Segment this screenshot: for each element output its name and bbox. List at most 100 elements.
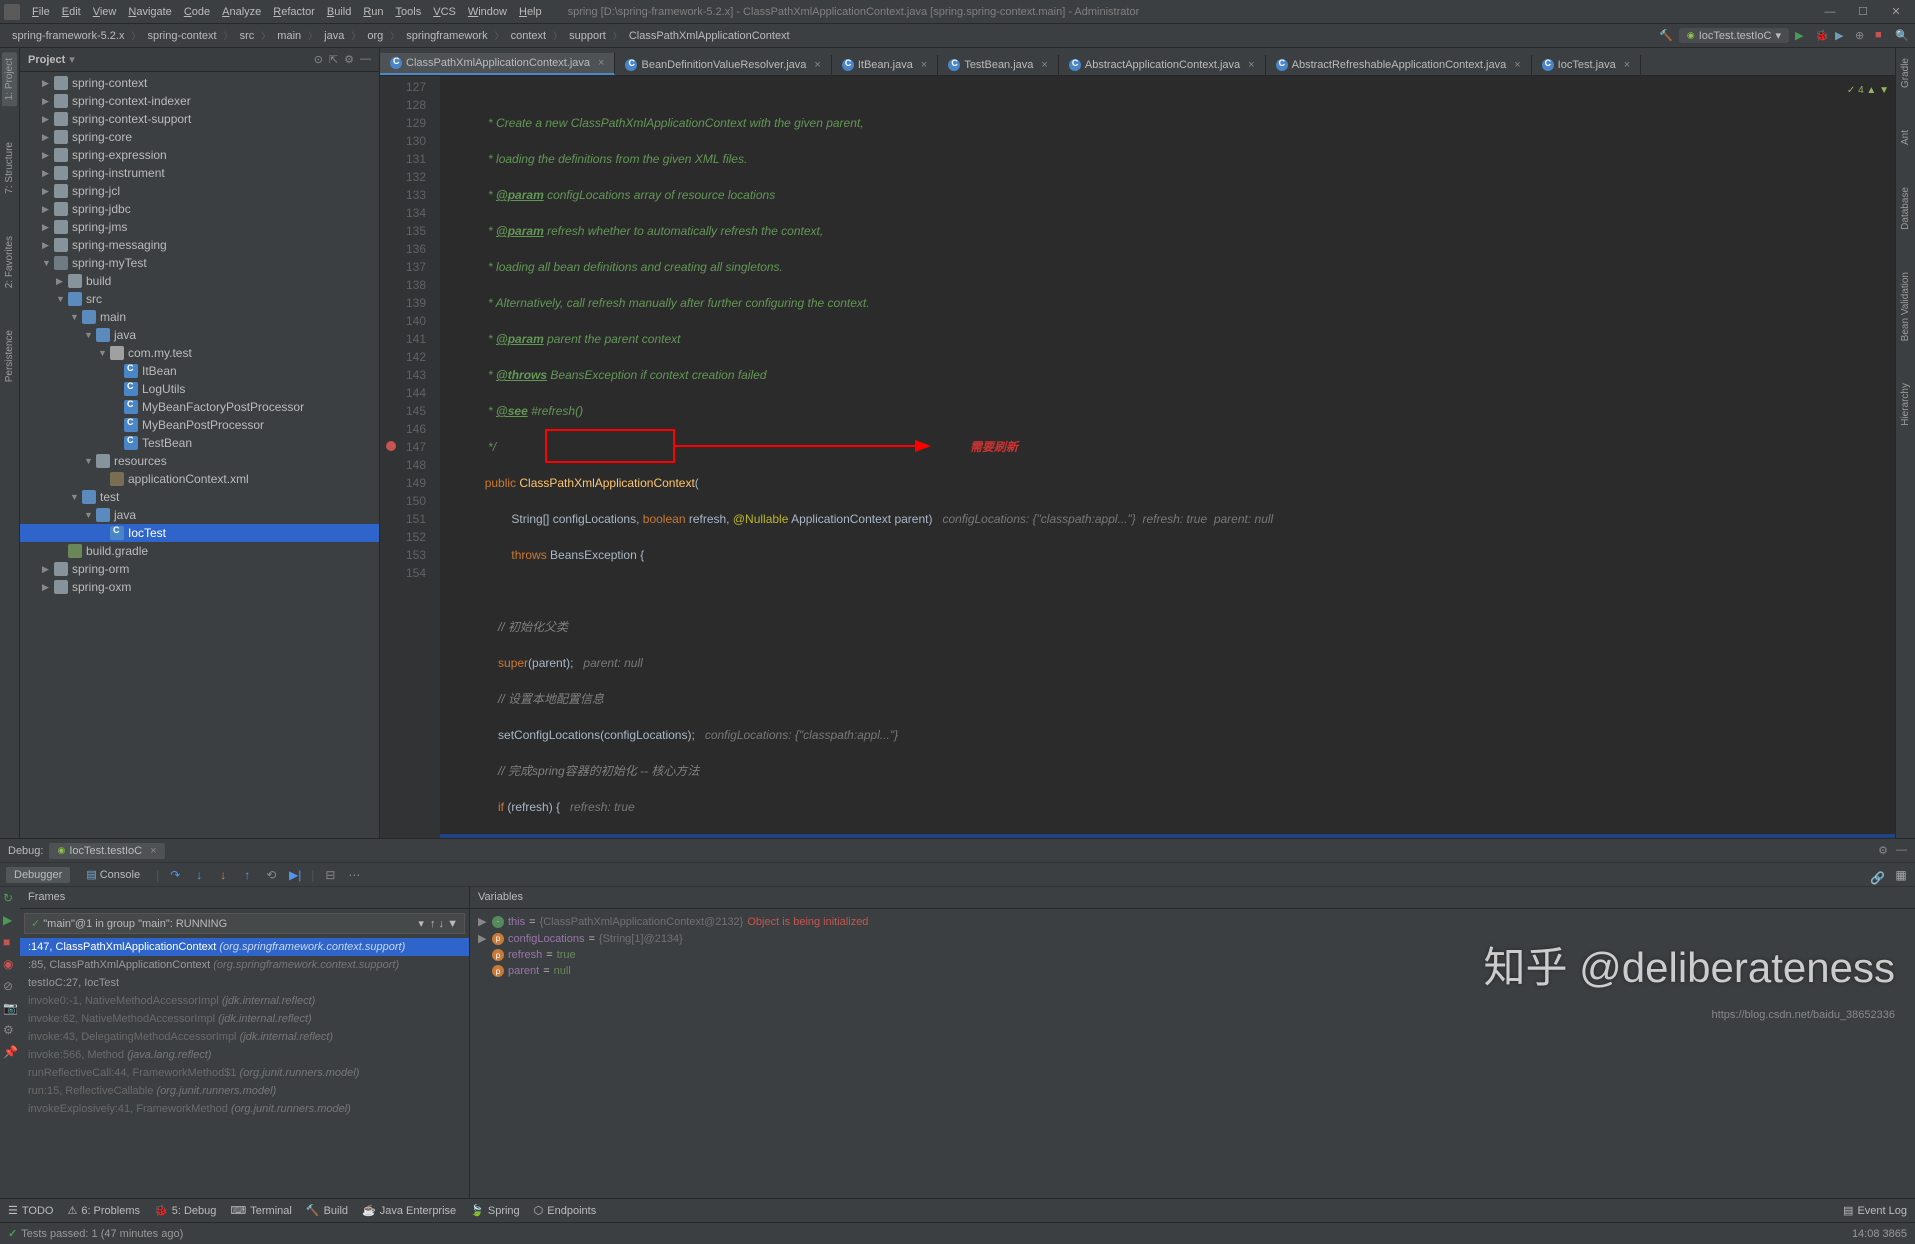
tree-item[interactable]: ▶ spring-core xyxy=(20,128,379,146)
locate-icon[interactable]: ⊙ xyxy=(314,53,323,66)
settings-icon[interactable]: ⚙ xyxy=(1878,844,1888,857)
breadcrumb-item[interactable]: ClassPathXmlApplicationContext xyxy=(623,29,796,43)
stack-frame[interactable]: :85, ClassPathXmlApplicationContext (org… xyxy=(20,956,469,974)
pin-icon[interactable]: 📌 xyxy=(3,1045,17,1059)
trace-icon[interactable]: ⋯ xyxy=(346,867,362,883)
close-icon[interactable]: × xyxy=(1248,59,1254,71)
coverage-icon[interactable]: ▶ xyxy=(1835,29,1849,43)
maximize-icon[interactable]: ☐ xyxy=(1848,5,1878,18)
tree-arrow-icon[interactable]: ▼ xyxy=(42,258,54,268)
settings-icon[interactable]: ⚙ xyxy=(344,53,354,66)
bottom-tool-spring[interactable]: 🍃Spring xyxy=(470,1204,520,1217)
tree-item[interactable]: ▶ spring-context-indexer xyxy=(20,92,379,110)
tree-arrow-icon[interactable]: ▼ xyxy=(56,294,68,304)
tree-item[interactable]: ▶ spring-instrument xyxy=(20,164,379,182)
close-icon[interactable]: × xyxy=(598,57,604,69)
tree-arrow-icon[interactable]: ▼ xyxy=(70,312,82,322)
prev-frame-icon[interactable]: ↑ xyxy=(430,918,436,930)
collapse-icon[interactable]: ⇱ xyxy=(329,53,338,66)
get-thread-dump-icon[interactable]: 📷 xyxy=(3,1001,17,1015)
debug-session-tab[interactable]: ◉ IocTest.testIoC × xyxy=(49,843,164,859)
search-icon[interactable]: 🔍 xyxy=(1895,29,1909,43)
breadcrumb-item[interactable]: org xyxy=(361,29,389,43)
tree-arrow-icon[interactable]: ▶ xyxy=(42,186,54,197)
tree-item[interactable]: MyBeanPostProcessor xyxy=(20,416,379,434)
drop-frame-icon[interactable]: ⟲ xyxy=(263,867,279,883)
tree-arrow-icon[interactable]: ▶ xyxy=(42,96,54,107)
tree-item[interactable]: ▼ java xyxy=(20,326,379,344)
run-icon[interactable]: ▶ xyxy=(1795,29,1809,43)
evaluate-icon[interactable]: ⊟ xyxy=(322,867,338,883)
stack-frame[interactable]: invoke:62, NativeMethodAccessorImpl (jdk… xyxy=(20,1010,469,1028)
menu-navigate[interactable]: Navigate xyxy=(122,6,177,18)
code-content[interactable]: ✓ 4 ▲ ▼ * Create a new ClassPathXmlAppli… xyxy=(440,76,1895,838)
tree-arrow-icon[interactable]: ▶ xyxy=(42,564,54,575)
variable-list[interactable]: ▶ · this = {ClassPathXmlApplicationConte… xyxy=(470,909,1915,1198)
stack-frame[interactable]: invoke:566, Method (java.lang.reflect) xyxy=(20,1046,469,1064)
tree-item[interactable]: ▶ spring-jcl xyxy=(20,182,379,200)
frame-list[interactable]: :147, ClassPathXmlApplicationContext (or… xyxy=(20,938,469,1198)
menu-help[interactable]: Help xyxy=(513,6,548,18)
menu-view[interactable]: View xyxy=(87,6,123,18)
close-icon[interactable]: × xyxy=(814,59,820,71)
step-into-icon[interactable]: ↓ xyxy=(191,867,207,883)
force-step-into-icon[interactable]: ↓ xyxy=(215,867,231,883)
debug-icon[interactable]: 🐞 xyxy=(1815,29,1829,43)
stack-frame[interactable]: invoke0:-1, NativeMethodAccessorImpl (jd… xyxy=(20,992,469,1010)
layout-icon[interactable]: ▦ xyxy=(1893,867,1909,883)
menu-file[interactable]: File xyxy=(26,6,56,18)
close-icon[interactable]: × xyxy=(1514,59,1520,71)
tool-tab[interactable]: Bean Validation xyxy=(1898,266,1913,347)
tree-item[interactable]: ▶ spring-jms xyxy=(20,218,379,236)
settings-icon[interactable]: ⚙ xyxy=(3,1023,17,1037)
stack-frame[interactable]: testIoC:27, IocTest xyxy=(20,974,469,992)
variable-row[interactable]: p parent = null xyxy=(474,963,1911,979)
step-over-icon[interactable]: ↷ xyxy=(167,867,183,883)
window-controls[interactable]: — ☐ ✕ xyxy=(1815,5,1911,18)
breadcrumb-item[interactable]: spring-framework-5.2.x xyxy=(6,29,130,43)
breakpoint-icon[interactable] xyxy=(386,441,396,451)
tool-tab[interactable]: Ant xyxy=(1898,124,1913,151)
tree-item[interactable]: ▼ java xyxy=(20,506,379,524)
filter-icon[interactable]: ▼ xyxy=(447,918,458,930)
menu-code[interactable]: Code xyxy=(178,6,216,18)
tree-item[interactable]: ▼ src xyxy=(20,290,379,308)
editor-tab[interactable]: IocTest.java × xyxy=(1532,55,1642,75)
tree-arrow-icon[interactable]: ▶ xyxy=(42,132,54,143)
debugger-tab[interactable]: Debugger xyxy=(6,867,70,883)
close-icon[interactable]: × xyxy=(150,845,156,857)
menu-run[interactable]: Run xyxy=(357,6,389,18)
tool-tab[interactable]: Persistence xyxy=(2,324,17,388)
tree-arrow-icon[interactable]: ▼ xyxy=(84,456,96,466)
rerun-icon[interactable]: ↻ xyxy=(3,891,17,905)
tree-item[interactable]: ▶ spring-oxm xyxy=(20,578,379,596)
menu-tools[interactable]: Tools xyxy=(390,6,428,18)
tree-arrow-icon[interactable]: ▼ xyxy=(84,510,96,520)
bottom-tool-java-enterprise[interactable]: ☕Java Enterprise xyxy=(362,1204,456,1217)
tree-arrow-icon[interactable]: ▼ xyxy=(98,348,110,358)
tree-arrow-icon[interactable]: ▶ xyxy=(42,204,54,215)
tree-item[interactable]: build.gradle xyxy=(20,542,379,560)
tree-item[interactable]: TestBean xyxy=(20,434,379,452)
tool-tab[interactable]: Gradle xyxy=(1898,52,1913,94)
variable-row[interactable]: ▶ p configLocations = {String[1]@2134} xyxy=(474,930,1911,947)
menu-edit[interactable]: Edit xyxy=(56,6,87,18)
breadcrumb[interactable]: spring-framework-5.2.xspring-contextsrcm… xyxy=(6,29,796,42)
tree-item[interactable]: ▶ spring-orm xyxy=(20,560,379,578)
step-out-icon[interactable]: ↑ xyxy=(239,867,255,883)
tree-item[interactable]: ▼ test xyxy=(20,488,379,506)
editor-tab[interactable]: ClassPathXmlApplicationContext.java × xyxy=(380,53,615,75)
profile-icon[interactable]: ⊕ xyxy=(1855,29,1869,43)
project-tree[interactable]: ▶ spring-context ▶ spring-context-indexe… xyxy=(20,72,379,838)
menu-vcs[interactable]: VCS xyxy=(427,6,462,18)
tree-arrow-icon[interactable]: ▶ xyxy=(42,150,54,161)
breadcrumb-item[interactable]: spring-context xyxy=(142,29,223,43)
tree-arrow-icon[interactable]: ▶ xyxy=(42,582,54,593)
tree-arrow-icon[interactable]: ▶ xyxy=(56,276,68,287)
main-menu[interactable]: FileEditViewNavigateCodeAnalyzeRefactorB… xyxy=(26,6,548,18)
tree-item[interactable]: IocTest xyxy=(20,524,379,542)
breadcrumb-item[interactable]: support xyxy=(563,29,612,43)
variable-row[interactable]: ▶ · this = {ClassPathXmlApplicationConte… xyxy=(474,913,1911,930)
next-frame-icon[interactable]: ↓ xyxy=(439,918,445,930)
hide-icon[interactable]: — xyxy=(1896,844,1907,857)
